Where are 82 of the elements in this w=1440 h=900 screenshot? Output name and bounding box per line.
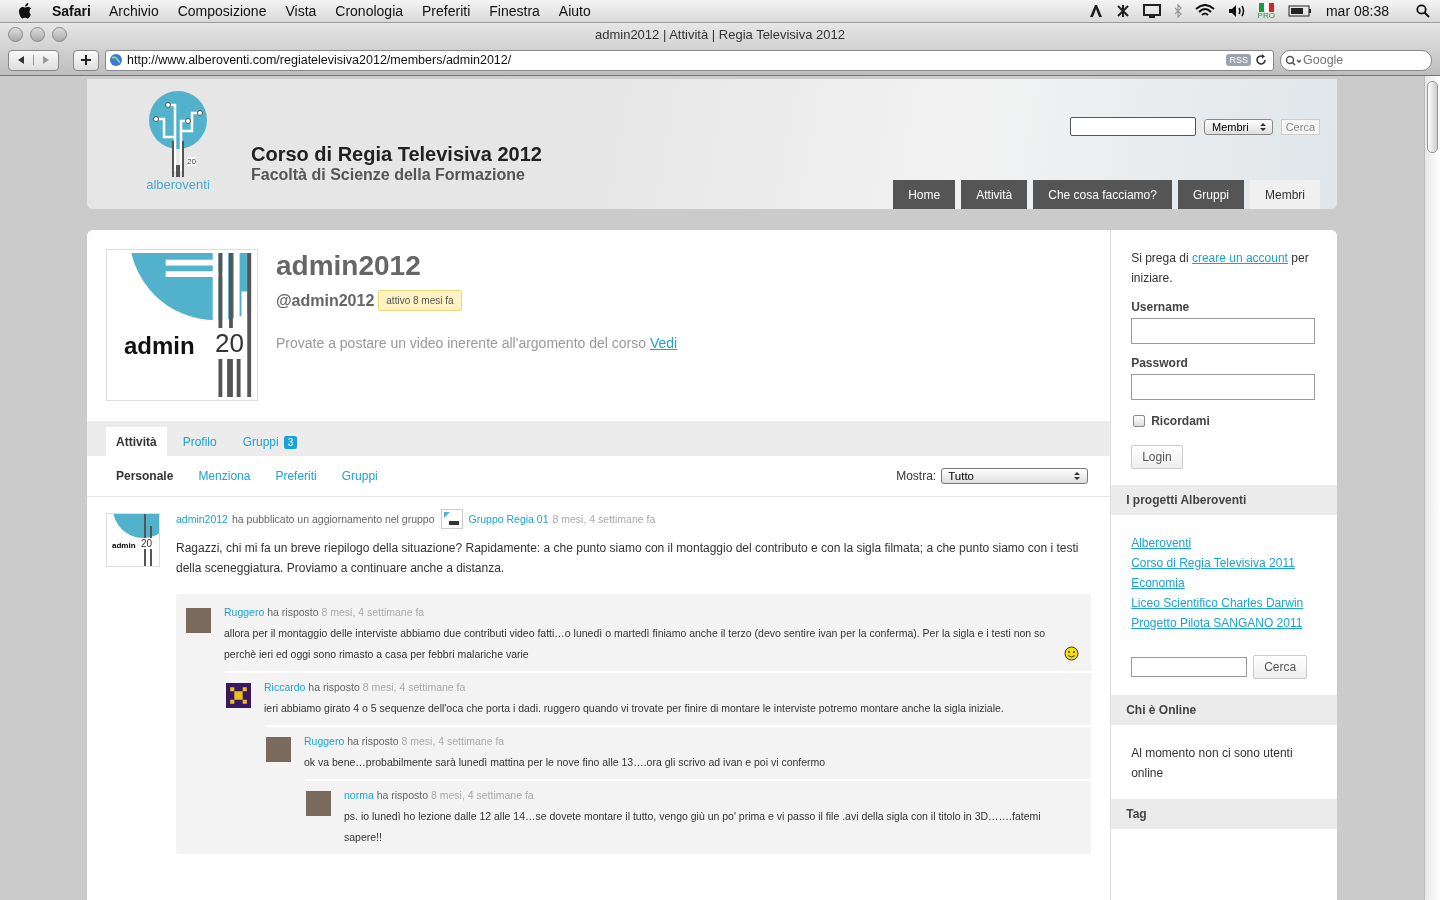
menu-item[interactable]: Composizione — [177, 3, 267, 19]
window-title: admin2012 | Attività | Regia Televisiva 2012 — [593, 26, 847, 42]
reply-text: ok va bene…probabilmente sarà lunedì mattina per le nove fino alle 13….ora gli scrivo ad ivan e poi vi confermo — [304, 755, 826, 770]
menu-item[interactable]: Preferiti — [422, 3, 471, 19]
updown-arrows-icon — [1073, 471, 1082, 481]
password-field[interactable] — [1131, 374, 1316, 400]
add-bookmark-button[interactable] — [73, 49, 99, 71]
search-icon[interactable] — [1416, 4, 1430, 18]
search-field[interactable] — [1070, 117, 1196, 136]
username-label: Username — [1131, 300, 1191, 314]
url-text: http://www.alberoventi.com/regiatelevisiva2012/members/admin2012/ — [127, 53, 512, 67]
profile-name: admin2012 — [276, 250, 422, 282]
password-label: Password — [1131, 356, 1189, 370]
nav-tab[interactable]: Attività — [961, 180, 1028, 209]
action-text: ha risposto — [308, 681, 360, 693]
user-avatar[interactable]: admin 20 — [106, 513, 160, 567]
profile-tab[interactable]: Attività — [106, 427, 167, 456]
nav-tab[interactable]: Gruppi — [1177, 180, 1244, 209]
login-button[interactable]: Login — [1131, 445, 1183, 469]
back-forward-buttons[interactable] — [8, 49, 59, 71]
group-logo-icon[interactable] — [440, 509, 463, 529]
action-text: ha risposto — [376, 789, 429, 801]
app-menu[interactable]: Safari — [52, 3, 91, 19]
reply-text: ieri abbiamo girato 4 o 5 sequenze dell'oca che porta i dadi. ruggero quando vi trovate per finire di montare le interviste potremo montare anche la sigla iniziale. — [264, 701, 1004, 716]
timestamp: 8 mesi, 4 settimane fa — [431, 789, 534, 801]
search-button[interactable]: Cerca — [1253, 655, 1308, 679]
clock[interactable]: mar 08:38 — [1325, 3, 1389, 19]
nav-tab[interactable]: Membri — [1250, 180, 1320, 209]
nav-tab[interactable]: Che cosa facciamo? — [1033, 180, 1172, 209]
site-subtitle: Facoltà di Scienze della Formazione — [251, 166, 526, 184]
updown-arrows-icon — [1258, 121, 1267, 132]
battery-icon[interactable] — [1287, 5, 1312, 17]
section-heading: Chi è Online — [1111, 695, 1337, 725]
remember-label: Ricordami — [1151, 414, 1210, 428]
menu-item[interactable]: Aiuto — [558, 3, 591, 19]
filter-select[interactable]: Tutto — [941, 468, 1089, 484]
profile-handle: @admin2012 — [276, 291, 375, 310]
avatar-text: admin — [112, 541, 136, 550]
menu-item[interactable]: Cronologia — [335, 3, 404, 19]
search-field[interactable]: Google — [1280, 49, 1432, 71]
avatar-number: 20 — [141, 538, 153, 549]
wifi-icon[interactable] — [1194, 4, 1215, 18]
reply-text: allora per il montaggio delle interviste abbiamo due contributi video fatti…o lunedì o martedì finiamo anche il terzo (devo sentire ivan per la conferma). Per la sigla e i testi non so perchè ieri ed oggi sono rimasto a casa per febbri malariche varie — [224, 626, 1047, 662]
action-text: ha risposto — [347, 735, 399, 747]
tree-logo-icon[interactable] — [148, 91, 208, 177]
scrollbar[interactable] — [1424, 76, 1440, 900]
site-title[interactable]: Corso di Regia Televisiva 2012 — [251, 143, 542, 166]
search-field[interactable] — [1131, 657, 1248, 677]
plus-icon — [81, 55, 91, 65]
reply-text: ps. io lunedì ho lezione dalle 12 alle 14…se dovete montare il tutto, vengo giù un po' prima e vi passo il file .avi della sigla con il titolo in 3D…….fatemi sapere!! — [344, 809, 1042, 845]
menu-item[interactable]: Archivio — [108, 3, 159, 19]
section-heading: I progetti Alberoventi — [1111, 485, 1337, 515]
address-field[interactable]: http://www.alberoventi.com/regiatelevisiva2012/members/admin2012/ RSS — [105, 49, 1274, 71]
subnav-tab[interactable]: Personale — [116, 469, 174, 483]
display-icon[interactable] — [1142, 4, 1161, 18]
logo-number: 20 — [187, 157, 196, 166]
activity-badge: attivo 8 mesi fa — [378, 290, 462, 311]
globe-icon — [109, 53, 123, 67]
username-field[interactable] — [1131, 318, 1316, 344]
post-text: Ragazzi, chi mi fa un breve riepilogo della situazione? Rapidamente: a che punto siamo con il montaggio del contributo e con la sigla filmata; a che punto siamo con i testi della sceneggiatura. Proviamo a continuare anche a distanza. — [176, 540, 1080, 577]
filter-label: Mostra: — [896, 469, 937, 483]
action-text: ha risposto — [267, 606, 319, 618]
count-badge: 3 — [283, 436, 298, 449]
menu-item[interactable]: Vista — [285, 3, 317, 19]
apple-icon[interactable] — [18, 3, 32, 19]
reload-icon[interactable] — [1255, 54, 1267, 66]
timestamp: 8 mesi, 4 settimane fa — [362, 681, 466, 693]
pixel-pattern-avatar[interactable] — [226, 683, 251, 708]
nav-tab[interactable]: Home — [893, 180, 956, 209]
search-scope-select[interactable]: Membri — [1204, 118, 1273, 135]
remember-checkbox[interactable] — [1133, 415, 1146, 427]
timestamp: 8 mesi, 4 settimane fa — [552, 513, 656, 525]
avatar-number: 20 — [214, 328, 245, 359]
login-intro-text: Si prega di creare un account per iniziare. — [1131, 250, 1310, 287]
status-text: Provate a postare un video inerente all'argomento del corso — [276, 335, 646, 351]
section-heading: Tag — [1111, 799, 1337, 829]
timestamp: 8 mesi, 4 settimane fa — [321, 606, 425, 618]
action-text: ha pubblicato un aggiornamento nel gruppo — [231, 513, 435, 525]
timestamp: 8 mesi, 4 settimane fa — [401, 735, 505, 747]
volume-icon[interactable] — [1227, 4, 1246, 18]
menu-item[interactable]: Finestra — [489, 3, 540, 19]
online-text: Al momento non ci sono utenti online — [1131, 745, 1294, 782]
